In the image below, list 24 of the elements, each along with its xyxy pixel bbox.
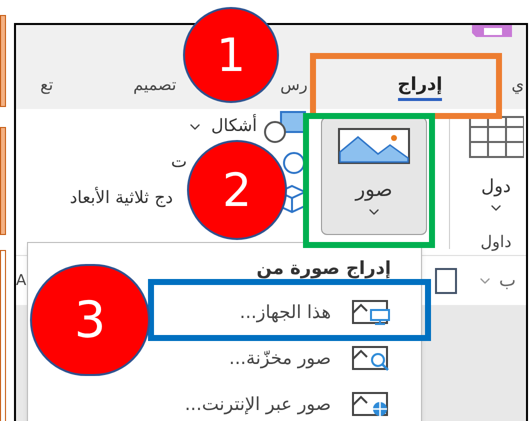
format-icon bbox=[435, 268, 458, 294]
ribbon-tab[interactable]: تع bbox=[40, 72, 54, 101]
group-label: داول bbox=[480, 231, 512, 253]
picture-icon bbox=[338, 128, 410, 164]
menu-item[interactable]: صور عبر الإنترنت... bbox=[184, 388, 391, 420]
shapes-icon bbox=[261, 110, 307, 144]
table-button-label[interactable]: دول bbox=[481, 173, 511, 200]
ribbon-tab[interactable]: إدراج bbox=[398, 72, 442, 101]
picture-magnifier-icon bbox=[351, 345, 391, 371]
ribbon-command[interactable]: ت bbox=[170, 150, 187, 176]
font-dropdown-text[interactable]: ب bbox=[499, 267, 516, 294]
menu-item[interactable]: هذا الجهاز... bbox=[240, 296, 391, 328]
font-size-text: A bbox=[16, 270, 26, 292]
ribbon-tab[interactable]: تصميم bbox=[133, 72, 176, 101]
menu-header: إدراج صورة من bbox=[256, 257, 391, 281]
ribbon-command[interactable]: دج ثلاثية الأبعاد bbox=[70, 186, 173, 212]
menu-item[interactable]: صور مخزّنة... bbox=[228, 342, 391, 374]
ribbon-tab[interactable]: ي bbox=[511, 72, 524, 101]
picture-globe-icon bbox=[351, 391, 391, 417]
ribbon-tab[interactable]: رس bbox=[280, 72, 308, 101]
table-icon bbox=[468, 115, 524, 159]
pictures-button[interactable]: صور bbox=[321, 117, 427, 235]
ribbon-command[interactable]: أشكال bbox=[211, 114, 257, 140]
picture-monitor-icon bbox=[351, 299, 391, 325]
